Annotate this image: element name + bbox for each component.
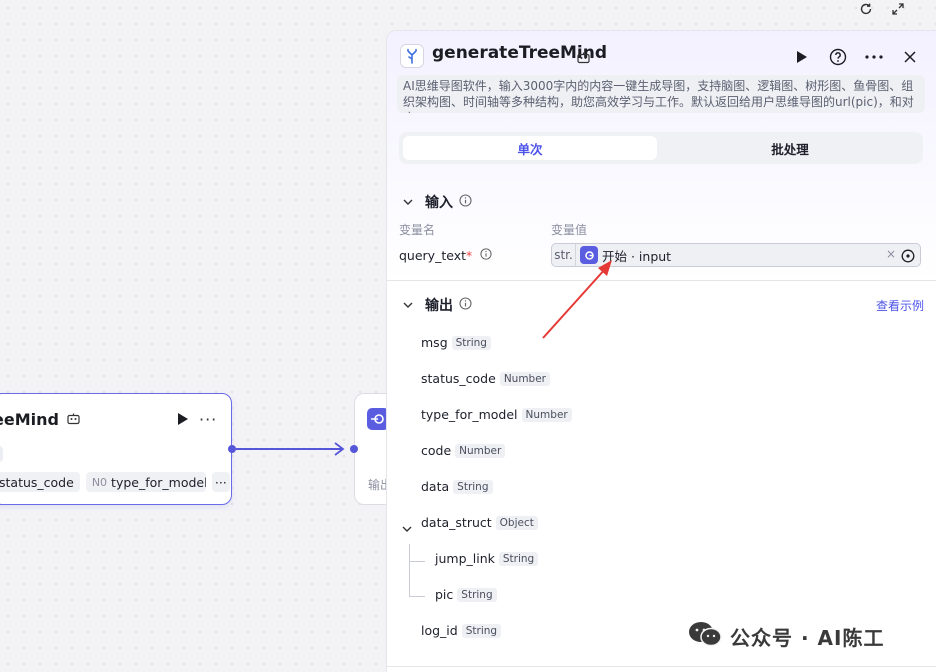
node-header: eeMind [0, 408, 231, 430]
info-icon[interactable] [459, 296, 472, 314]
reference-path: 开始 · input [602, 248, 672, 264]
field-name: jump_link [435, 551, 495, 566]
tree-line [409, 561, 425, 562]
edge-arrow-icon [334, 442, 345, 456]
field-type-badge: Number [499, 371, 550, 386]
output-section-label: 输出 [425, 298, 453, 314]
input-var-row: query_text * [399, 248, 492, 263]
var-name: query_text [399, 248, 467, 263]
output-field-data: data String [421, 479, 493, 494]
node-tag-type-for-model: N0 type_for_model [85, 472, 206, 492]
chevron-down-icon[interactable] [402, 517, 412, 536]
plugin-logo-icon [400, 44, 424, 68]
wechat-icon [688, 620, 722, 652]
output-field-pic: pic String [435, 587, 497, 602]
view-example-link[interactable]: 查看示例 [876, 297, 924, 314]
field-name: msg [421, 335, 448, 350]
node-output-tags: status_code N0 type_for_model ··· [0, 472, 230, 492]
type-prefix: str. [552, 244, 576, 266]
field-name: data_struct [421, 515, 492, 530]
chevron-down-icon[interactable] [401, 195, 415, 209]
node-output-port[interactable] [228, 445, 236, 453]
output-field-data-struct: data_struct Object [421, 515, 538, 530]
tab-single[interactable]: 单次 [403, 136, 657, 160]
tree-line [409, 596, 425, 597]
panel-actions [791, 46, 921, 68]
chevron-down-icon[interactable] [401, 298, 415, 312]
output-field-log-id: log_id String [421, 623, 502, 638]
watermark-text: 公众号 · AI陈工 [730, 625, 885, 650]
run-icon[interactable] [791, 46, 813, 68]
type-badge: N0 [91, 475, 108, 489]
tag-label: type_for_model [111, 474, 206, 490]
watermark: 公众号 · AI陈工 [688, 620, 884, 652]
node-tags-more-button[interactable]: ··· [211, 472, 230, 492]
output-field-code: code Number [421, 443, 506, 458]
output-field-msg: msg String [421, 335, 491, 350]
node-detail-panel: generateTreeMind AI思维导图软件，输入3000字内的内容一键生… [386, 30, 936, 672]
more-icon[interactable] [863, 46, 885, 68]
field-name: status_code [421, 371, 496, 386]
field-name: log_id [421, 623, 458, 638]
close-icon[interactable] [899, 46, 921, 68]
canvas-toolbar [858, 0, 922, 18]
field-name: code [421, 443, 452, 458]
field-type-badge: String [451, 335, 491, 350]
panel-bottom-divider [387, 666, 936, 667]
output-field-type-for-model: type_for_model Number [421, 407, 572, 422]
section-divider [387, 280, 936, 281]
field-type-badge: Number [455, 443, 506, 458]
node-title: eeMind [0, 409, 59, 429]
target-icon[interactable] [901, 248, 915, 263]
expand-icon[interactable] [890, 1, 906, 17]
tree-line [409, 544, 410, 596]
field-type-badge: Object [495, 515, 538, 530]
robot-icon [67, 410, 80, 429]
tab-batch[interactable]: 批处理 [661, 136, 919, 160]
column-var-name: 变量名 [399, 223, 436, 237]
plugin-description: AI思维导图软件，输入3000字内的内容一键生成导图，支持脑图、逻辑图、树形图、… [397, 75, 925, 113]
connection-edge[interactable] [236, 448, 342, 450]
info-icon[interactable] [480, 248, 492, 263]
output-section-header[interactable]: 输出 [401, 295, 472, 315]
field-name: type_for_model [421, 407, 518, 422]
field-name: pic [435, 587, 454, 602]
start-node-icon [580, 246, 598, 264]
node-more-icon[interactable]: ··· [199, 410, 217, 429]
output-field-status-code: status_code Number [421, 371, 550, 386]
help-icon[interactable] [827, 46, 849, 68]
field-name: data [421, 479, 450, 494]
node-run-icon[interactable] [177, 411, 189, 430]
field-type-badge: String [453, 479, 493, 494]
node-tag-stub [0, 446, 3, 462]
field-type-badge: String [457, 587, 497, 602]
required-mark: * [466, 248, 473, 263]
info-icon[interactable] [459, 193, 472, 211]
end-node-input-port[interactable] [350, 445, 358, 453]
column-var-value: 变量值 [551, 223, 588, 237]
var-reference-field[interactable]: str. 开始 · input × [551, 243, 921, 267]
robot-icon [577, 49, 590, 68]
input-section-header[interactable]: 输入 [401, 192, 472, 212]
field-type-badge: String [461, 623, 502, 638]
field-type-badge: String [498, 551, 539, 566]
plugin-node-generate-tree-mind[interactable]: eeMind ··· status_code N0 type_for_model… [0, 393, 232, 505]
field-type-badge: Number [521, 407, 572, 422]
refresh-icon[interactable] [858, 1, 874, 17]
node-tag-status-code: status_code [0, 472, 80, 492]
clear-reference-button[interactable]: × [886, 247, 896, 261]
run-mode-tabs: 单次 批处理 [399, 132, 923, 164]
input-section-label: 输入 [425, 195, 453, 211]
output-field-jump-link: jump_link String [435, 551, 539, 566]
